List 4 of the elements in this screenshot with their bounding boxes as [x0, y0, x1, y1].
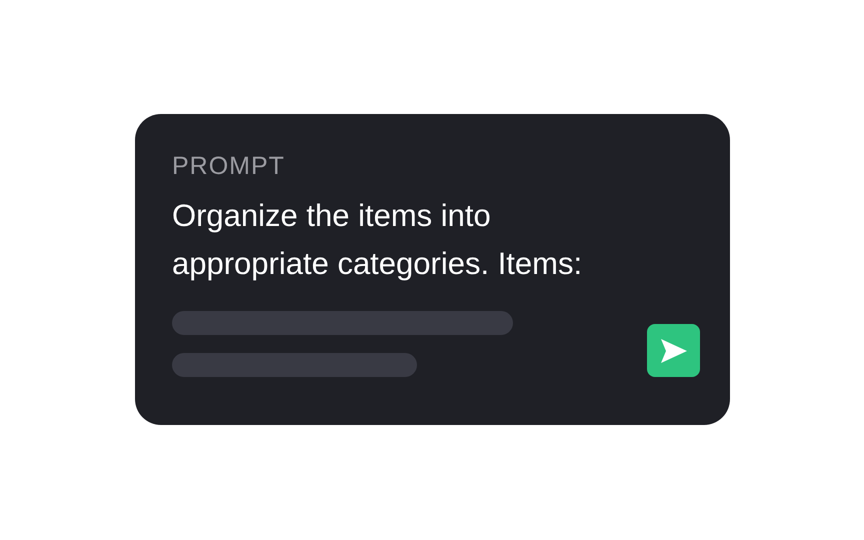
send-button[interactable]: [647, 324, 700, 377]
prompt-text: Organize the items into appropriate categories. Items:: [172, 197, 584, 283]
send-icon: [658, 336, 688, 364]
prompt-label: PROMPT: [172, 151, 286, 182]
